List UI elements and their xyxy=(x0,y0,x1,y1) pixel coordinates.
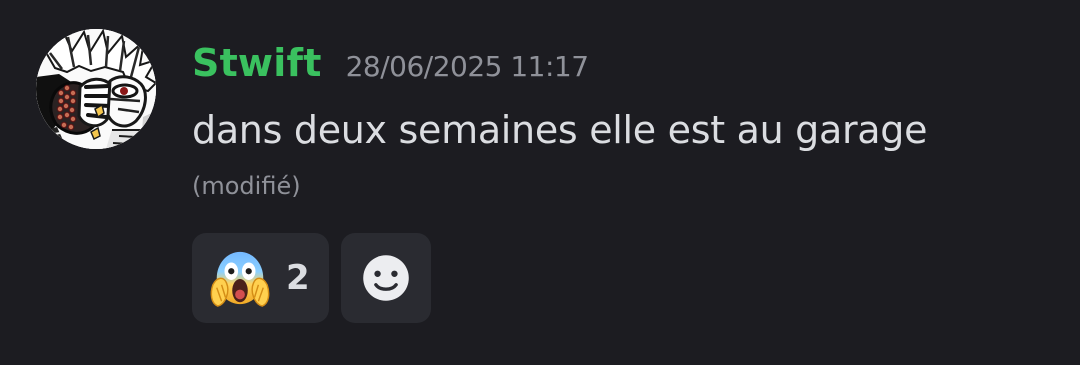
username[interactable]: Stwift xyxy=(192,38,322,88)
reaction-count: 2 xyxy=(286,258,310,298)
edited-label: (modifié) xyxy=(192,172,301,200)
message-timestamp[interactable]: 28/06/2025 11:17 xyxy=(346,42,589,92)
manga-avatar-icon xyxy=(36,29,156,149)
chat-message: Stwift 28/06/2025 11:17 dans deux semain… xyxy=(0,0,1080,365)
reaction-screaming-face[interactable]: 2 xyxy=(192,233,329,323)
user-avatar[interactable] xyxy=(36,29,156,149)
add-reaction-smile-icon xyxy=(363,255,409,301)
reaction-bar: 2 xyxy=(192,233,431,323)
message-text: dans deux semaines elle est au garage xyxy=(192,108,928,152)
message-header: Stwift 28/06/2025 11:17 xyxy=(192,38,589,88)
screaming-face-icon xyxy=(210,251,270,307)
add-reaction-button[interactable] xyxy=(341,233,431,323)
